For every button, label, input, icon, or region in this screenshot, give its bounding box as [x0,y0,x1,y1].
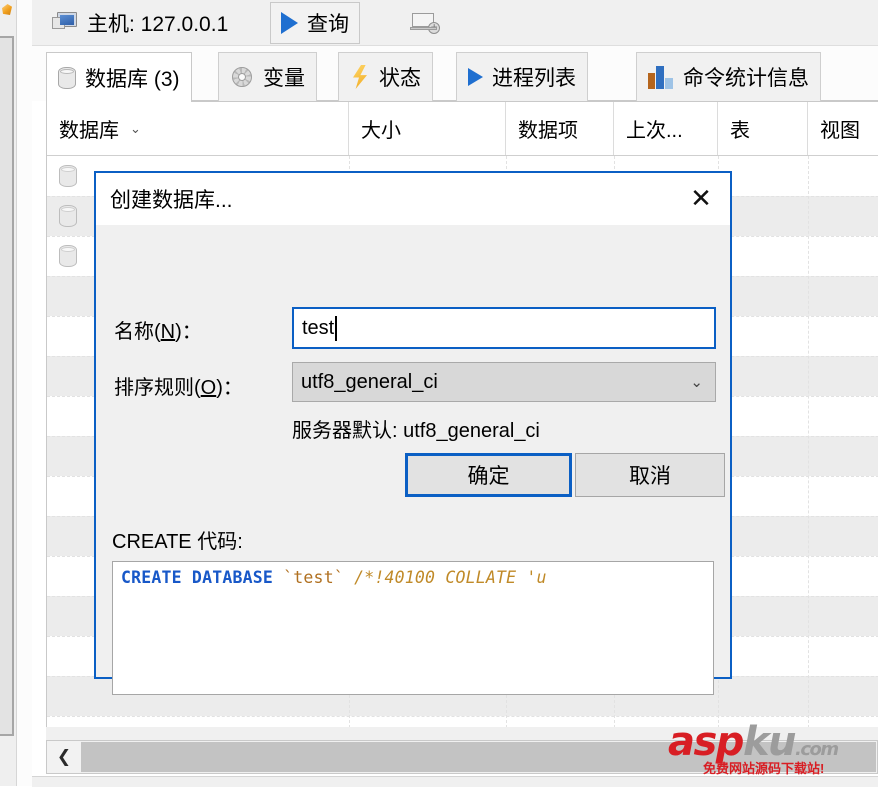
lightning-bolt-icon [353,65,367,89]
play-triangle-icon [468,68,483,86]
column-header-tables-label: 表 [730,120,750,142]
row-database-icon [59,165,77,187]
host-indicator[interactable]: 主机: 127.0.0.1 [42,2,239,44]
column-header-database[interactable]: 数据库 ⌄ [47,102,349,155]
collation-selected-value: utf8_general_ci [301,370,438,393]
column-header-views-label: 视图 [820,120,860,142]
host-label: 主机: 127.0.0.1 [87,13,229,36]
left-collapsed-panel [0,36,14,736]
left-edge-strip [0,0,17,786]
query-label: 查询 [307,13,349,36]
create-code-label: CREATE 代码: [112,531,243,553]
horizontal-scrollbar[interactable]: ❮ [46,740,878,774]
window-gap-column [17,0,32,786]
tab-variables[interactable]: 变量 [218,52,317,101]
create-code-preview[interactable]: CREATE DATABASE `test` /*!40100 COLLATE … [112,561,714,695]
column-header-tables[interactable]: 表 [718,102,808,155]
scrollbar-thumb[interactable] [81,742,876,772]
close-x-icon[interactable]: ✕ [686,183,716,213]
gear-icon [230,65,254,89]
new-session-button[interactable] [400,2,450,44]
grid-header-row: 数据库 ⌄ 大小 数据项 上次... 表 视图 [47,102,878,156]
tab-process-list[interactable]: 进程列表 [456,52,588,101]
tab-command-statistics-label: 命令统计信息 [683,67,809,90]
chevron-down-icon: ⌄ [130,120,141,136]
bar-chart-icon [648,65,674,89]
column-header-database-label: 数据库 [59,120,119,142]
window-bottom-strip [32,776,878,787]
tab-bar: 数据库 (3) 变量 状态 进程列表 命令统计信息 [32,46,878,102]
tab-command-statistics[interactable]: 命令统计信息 [636,52,821,101]
tab-databases[interactable]: 数据库 (3) [46,52,192,102]
database-name-value: test [302,316,335,339]
ok-button[interactable]: 确定 [405,453,572,497]
column-divider [808,156,809,727]
play-triangle-icon [281,12,298,34]
chevron-left-icon[interactable]: ❮ [47,741,81,773]
collation-label-text: 排序规则( [114,377,201,399]
laptop-gear-icon [410,11,440,35]
column-header-size[interactable]: 大小 [349,102,506,155]
dialog-title: 创建数据库... [110,189,233,212]
grid-footer-gap [46,727,878,740]
sql-object-name: `test` [283,568,344,587]
row-database-icon [59,205,77,227]
column-header-last-label: 上次... [626,120,683,142]
cancel-button-label: 取消 [629,465,671,488]
database-cylinder-icon [58,66,76,89]
column-header-items-label: 数据项 [518,120,578,142]
column-header-views[interactable]: 视图 [808,102,878,155]
dialog-body: 名称(N)： test 排序规则(O)： utf8_general_ci ⌄ 服… [96,225,730,695]
column-header-size-label: 大小 [361,120,401,142]
column-header-last[interactable]: 上次... [614,102,718,155]
monitor-icon [52,11,78,35]
database-name-input[interactable]: test [292,307,716,349]
collation-dropdown[interactable]: utf8_general_ci ⌄ [292,362,716,402]
partial-orange-icon [2,4,12,15]
dialog-title-bar: 创建数据库... ✕ [96,173,730,225]
tab-databases-label: 数据库 (3) [85,67,180,91]
tab-process-list-label: 进程列表 [492,67,576,90]
tab-status-label: 状态 [379,67,421,90]
tab-status[interactable]: 状态 [338,52,433,101]
create-database-dialog: 创建数据库... ✕ 名称(N)： test 排序规则(O)： utf8_gen… [94,171,732,695]
server-default-text: 服务器默认: utf8_general_ci [292,420,540,442]
main-toolbar: 主机: 127.0.0.1 查询 [32,0,878,46]
chevron-down-icon: ⌄ [690,374,703,391]
name-field-label: 名称(N)： [114,315,202,344]
cancel-button[interactable]: 取消 [575,453,725,497]
row-database-icon [59,245,77,267]
name-label-accel: N [160,321,176,343]
column-header-items[interactable]: 数据项 [506,102,614,155]
text-cursor [335,315,338,341]
sql-comment: /*!40100 COLLATE 'u [354,568,547,587]
name-label-tail: )： [175,321,202,343]
row-divider [47,716,878,717]
query-button[interactable]: 查询 [270,2,360,44]
ok-button-label: 确定 [467,465,510,488]
collation-label-accel: O [200,377,217,399]
collation-label-tail: )： [216,377,243,399]
sql-keyword: CREATE DATABASE [121,568,274,587]
name-label-text: 名称( [114,321,161,343]
tab-variables-label: 变量 [263,67,305,90]
application-window: 主机: 127.0.0.1 查询 数据库 (3) 变量 状态 进程列表 [0,0,878,787]
collation-field-label: 排序规则(O)： [114,371,243,400]
